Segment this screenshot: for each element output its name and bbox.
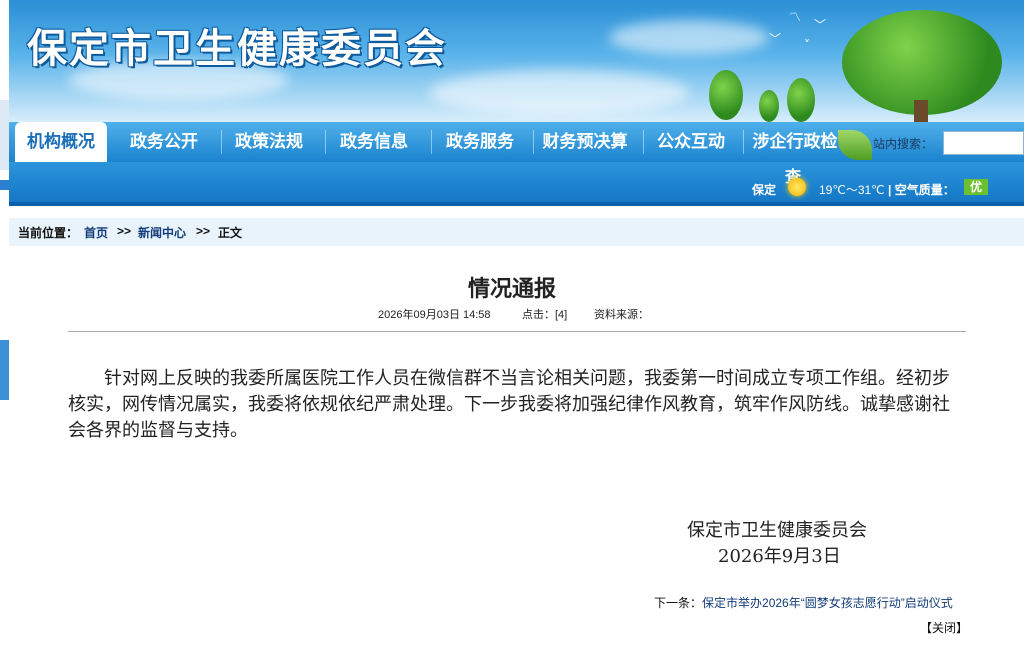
next-article-prefix: 下一条： bbox=[654, 596, 703, 610]
next-article: 下一条：保定市举办2026年“圆梦女孩志愿行动”启动仪式 bbox=[654, 594, 953, 611]
nav-item-public-interaction[interactable]: 公众互动 bbox=[645, 122, 737, 162]
nav-item-org-overview[interactable]: 机构概况 bbox=[15, 122, 107, 162]
nav-item-policies[interactable]: 政策法规 bbox=[223, 122, 315, 162]
sunny-icon bbox=[788, 178, 806, 196]
article-title: 情况通报 bbox=[467, 276, 556, 302]
divider bbox=[68, 331, 966, 332]
site-banner: 保定市卫生健康委员会 〽 ﹀ ﹀ ˅ bbox=[9, 0, 1024, 122]
site-search-input[interactable] bbox=[943, 131, 1024, 155]
breadcrumb-section-link[interactable]: 新闻中心 bbox=[138, 226, 186, 240]
nav-item-budget[interactable]: 财务预决算 bbox=[535, 122, 635, 162]
nav-item-gov-info[interactable]: 政务信息 bbox=[327, 122, 421, 162]
left-edge-strip bbox=[0, 0, 9, 645]
nav-item-gov-disclosure[interactable]: 政务公开 bbox=[114, 122, 214, 162]
breadcrumb-current: 正文 bbox=[218, 226, 243, 240]
article-source: 资料来源： bbox=[594, 309, 649, 321]
nav-item-enterprise-inspection[interactable]: 涉企行政检 bbox=[745, 122, 845, 162]
breadcrumb-prefix: 当前位置： bbox=[18, 226, 79, 240]
breadcrumb-home-link[interactable]: 首页 bbox=[84, 226, 108, 240]
nav-item-gov-services[interactable]: 政务服务 bbox=[433, 122, 527, 162]
signature-date: 2026年9月3日 bbox=[718, 546, 841, 567]
article-datetime: 2026年09月03日 14:58 bbox=[378, 309, 491, 321]
weather-temperature: 19℃～31℃ bbox=[819, 183, 885, 197]
signature-org: 保定市卫生健康委员会 bbox=[687, 520, 867, 541]
article-clicks: 点击：[4] bbox=[522, 309, 568, 321]
close-button[interactable]: 【关闭】 bbox=[920, 619, 968, 636]
next-article-link[interactable]: 保定市举办2026年“圆梦女孩志愿行动”启动仪式 bbox=[702, 596, 953, 610]
breadcrumb-separator: >> bbox=[117, 224, 132, 238]
article-body: 针对网上反映的我委所属医院工作人员在微信群不当言论相关问题，我委第一时间成立专项… bbox=[68, 368, 950, 441]
weather-city: 保定 bbox=[752, 183, 777, 197]
air-quality-label: | 空气质量： bbox=[888, 183, 955, 197]
breadcrumb-separator: >> bbox=[196, 224, 211, 238]
air-quality-badge: 优 bbox=[964, 179, 988, 195]
search-label: 站内搜索： bbox=[873, 137, 934, 151]
site-title[interactable]: 保定市卫生健康委员会 bbox=[27, 16, 447, 74]
